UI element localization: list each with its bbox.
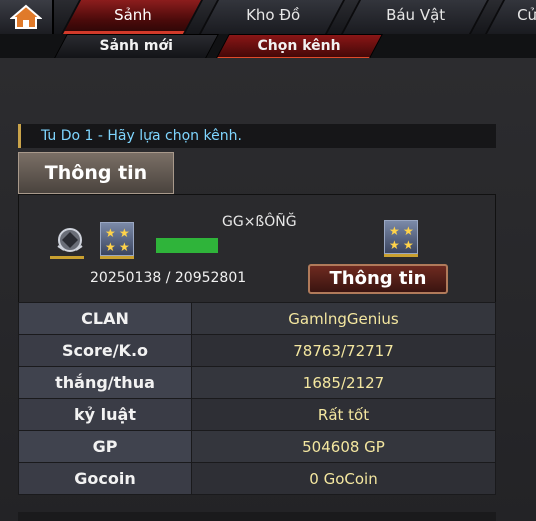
rank-stars-bar — [100, 256, 134, 259]
stat-value: 504608 GP — [191, 430, 496, 463]
tab-shop[interactable]: Cửa — [484, 0, 536, 34]
info-button[interactable]: Thông tin — [308, 264, 448, 294]
table-row: Gocoin 0 GoCoin — [18, 462, 496, 495]
stat-value: 0 GoCoin — [191, 462, 496, 495]
rank-stars-icon-2: ★ ★ ★ ★ — [384, 220, 418, 254]
stat-value: Rất tốt — [191, 398, 496, 431]
table-row: CLAN GamlngGenius — [18, 302, 496, 335]
exp-text: 20250138 / 20952801 — [90, 270, 247, 286]
info-tab[interactable]: Thông tin — [18, 152, 174, 194]
stat-label: Gocoin — [18, 462, 192, 495]
table-row: thắng/thua 1685/2127 — [18, 366, 496, 399]
stat-value: 78763/72717 — [191, 334, 496, 367]
tab-lobby[interactable]: Sảnh — [60, 0, 204, 34]
home-icon — [10, 4, 42, 29]
stat-label: kỷ luật — [18, 398, 192, 431]
tab-inventory[interactable]: Kho Đồ — [198, 0, 346, 34]
tab-treasure[interactable]: Báu Vật — [340, 0, 490, 34]
tab-shop-label: Cửa — [517, 6, 536, 24]
stat-label: GP — [18, 430, 192, 463]
tab-lobby-label: Sảnh — [114, 6, 152, 24]
stat-value: 1685/2127 — [191, 366, 496, 399]
channel-notice: Tu Do 1 - Hãy lựa chọn kênh. — [18, 124, 496, 148]
stats-table: CLAN GamlngGenius Score/K.o 78763/72717 … — [18, 302, 496, 495]
table-row: Score/K.o 78763/72717 — [18, 334, 496, 367]
sub-nav: Sảnh mới Chọn kênh — [0, 34, 536, 60]
subtab-new-lobby-label: Sảnh mới — [99, 38, 174, 54]
top-nav: Sảnh Kho Đồ Báu Vật Cửa — [0, 0, 536, 35]
rank-stars-icon: ★ ★ ★ ★ — [100, 222, 134, 256]
subtab-select-channel[interactable]: Chọn kênh — [215, 34, 383, 60]
bottom-strip — [18, 512, 496, 521]
stat-label: thắng/thua — [18, 366, 192, 399]
table-row: kỷ luật Rất tốt — [18, 398, 496, 431]
player-name: GG×ßÔÑĞ — [222, 214, 297, 230]
level-bar — [156, 238, 218, 253]
subtab-select-channel-label: Chọn kênh — [257, 38, 342, 54]
subtab-new-lobby[interactable]: Sảnh mới — [53, 34, 219, 60]
stat-value: GamlngGenius — [191, 302, 496, 335]
stat-label: CLAN — [18, 302, 192, 335]
stat-label: Score/K.o — [18, 334, 192, 367]
tab-treasure-label: Báu Vật — [386, 6, 446, 24]
rank-sub-bar — [50, 256, 84, 259]
home-button[interactable] — [0, 0, 54, 34]
tab-inventory-label: Kho Đồ — [246, 6, 301, 24]
rank-stars-bar-2 — [384, 254, 418, 257]
table-row: GP 504608 GP — [18, 430, 496, 463]
